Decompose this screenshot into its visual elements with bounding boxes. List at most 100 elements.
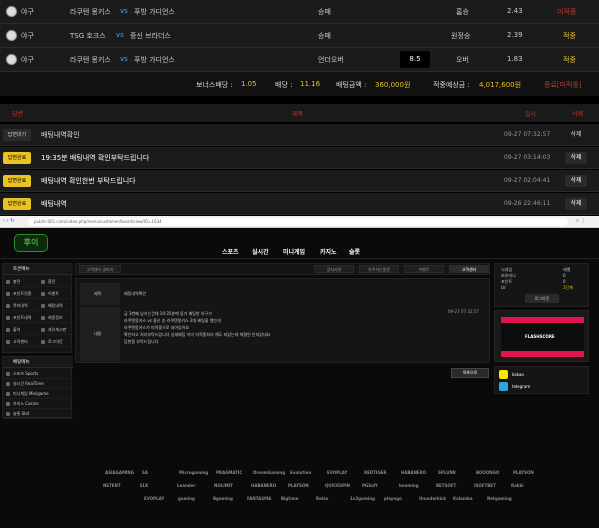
board-tab[interactable]: 공지사항: [314, 265, 354, 273]
sidebar-item[interactable]: 실시간 RealTime: [3, 379, 73, 389]
question-row[interactable]: 답변완료 배팅내역 09-26 22:46:11 삭제: [0, 193, 599, 215]
partner-logo: playngo: [384, 496, 402, 501]
question-row[interactable]: 답변대기 배팅내역확인 09-27 07:32:57 삭제: [0, 124, 599, 146]
sidebar-item[interactable]: 로그아웃: [38, 337, 73, 347]
contact-label[interactable]: telegram: [512, 384, 530, 389]
question-date: 09-26 22:46:11: [504, 200, 551, 207]
partner-logo: ELK: [140, 483, 149, 488]
question-date: 09-27 02:04:41: [504, 177, 551, 184]
bet-row: 야구 라쿠텐 몽키스 vs 푸방 가디언스 승패 홈승 2.43 미적중: [0, 0, 599, 24]
kakao-icon[interactable]: [499, 370, 508, 379]
bet-result: 적중: [563, 56, 576, 64]
delete-button[interactable]: 삭제: [565, 198, 587, 210]
delete-button[interactable]: 삭제: [565, 152, 587, 164]
question-title[interactable]: 배팅내역: [41, 199, 67, 209]
nav-item[interactable]: 슬롯: [349, 247, 360, 256]
nav-item[interactable]: 카지노: [320, 247, 337, 256]
sidebar-item[interactable]: 출석: [3, 325, 38, 335]
bet-market: 승패: [318, 32, 331, 40]
board-tab[interactable]: 이벤트: [404, 265, 444, 273]
site-logo[interactable]: 후이: [14, 234, 48, 252]
partner-logo: 1x2gaming: [350, 496, 375, 501]
sidebar-item[interactable]: 포인트내역: [3, 313, 38, 323]
bet-line: 8.5: [400, 51, 430, 68]
delete-button[interactable]: 삭제: [565, 175, 587, 187]
bet-row: 야구 TSG 호크스 vs 중신 브라더스 승패 원정승 2.39 적중: [0, 24, 599, 48]
nav-item[interactable]: 미니게임: [283, 247, 305, 256]
partner-logo: BETSOFT: [436, 483, 457, 488]
baseball-icon: [6, 6, 17, 17]
contact-label[interactable]: kakao: [512, 372, 524, 377]
partner-logo: Bgaming: [213, 496, 233, 501]
back-icon[interactable]: ‹ › ↻: [3, 218, 14, 224]
sidebar-item[interactable]: 배팅내역: [38, 301, 73, 311]
sidebar-item[interactable]: 회원정보: [38, 313, 73, 323]
address-bar[interactable]: public-001.com/index.php/menu/customer/b…: [28, 218, 568, 226]
partner-logo: NOLIMIT: [214, 483, 233, 488]
partner-logo: SPLUNK: [438, 470, 456, 475]
delete-button[interactable]: 삭제: [565, 129, 587, 141]
amount-value: 360,000원: [375, 81, 411, 89]
sidebar-item[interactable]: 카지노 Casino: [3, 399, 73, 409]
baseball-icon: [6, 54, 17, 65]
user-info-value: 0: [563, 279, 566, 284]
sidebar-item[interactable]: 포인트전환: [3, 289, 38, 299]
bet-pick: 원정승: [451, 32, 471, 40]
board-tab[interactable]: 고객센터: [449, 265, 489, 273]
question-row[interactable]: 답변완료 배팅내역 확인한번 부탁드립니다 09-27 02:04:41 삭제: [0, 170, 599, 192]
bet-away-team: 푸방 가디언스: [134, 8, 175, 16]
board-tabbar: 고객센터 글보기 공지사항 자주하는질문 이벤트 고객센터: [75, 263, 490, 275]
board-tab[interactable]: 자주하는질문: [359, 265, 399, 273]
col-date: 일시: [525, 111, 537, 118]
post-body-line: 답변좀 부탁드립니다: [124, 339, 159, 344]
bet-odds: 1.83: [507, 55, 523, 63]
sidebar-item[interactable]: 이벤트: [38, 289, 73, 299]
logout-button[interactable]: 로그아웃: [525, 294, 559, 303]
browser-menu-icon[interactable]: ☆ ⋮: [575, 218, 586, 224]
partner-logo: PGSoft: [362, 483, 378, 488]
contact-panel: kakao telegram: [494, 366, 589, 394]
partner-logo: Rakki: [511, 483, 524, 488]
bet-odds: 2.39: [507, 31, 523, 39]
partner-logo: ISOFTBET: [474, 483, 496, 488]
bet-away-team: 중신 브라더스: [130, 32, 171, 40]
flashscore-label: FLASHSCORE: [525, 334, 555, 339]
sidebar-item[interactable]: 쪽지내역: [3, 301, 38, 311]
list-button[interactable]: 목록으로: [451, 368, 489, 378]
bet-vs: vs: [116, 31, 124, 39]
question-title[interactable]: 배팅내역확인: [41, 130, 80, 140]
partner-logo: Kalamba: [453, 496, 473, 501]
partner-logo: ASIAGAMING: [105, 470, 135, 475]
telegram-icon[interactable]: [499, 382, 508, 391]
screenshot-root: 야구 라쿠텐 몽키스 vs 푸방 가디언스 승패 홈승 2.43 미적중 야구 TSG 호크스 vs…: [0, 0, 599, 528]
question-date: 09-27 03:14:03: [504, 154, 551, 161]
amount-label: 배팅금액 :: [336, 81, 367, 89]
partner-logo: EVOPLAY: [327, 470, 348, 475]
sidebar-item[interactable]: 환전: [38, 277, 73, 287]
post-body-label-cell: 내용: [80, 307, 120, 361]
bet-market: 승패: [318, 8, 331, 16]
question-date: 09-27 07:32:57: [504, 131, 551, 138]
answer-status-badge: 답변완료: [3, 152, 31, 164]
question-title[interactable]: 배팅내역 확인한번 부탁드립니다: [41, 176, 136, 186]
nav-item[interactable]: 실시간: [252, 247, 269, 256]
question-row[interactable]: 답변완료 19:35분 배팅내역 확인부탁드립니다 09-27 03:14:03 삭제: [0, 147, 599, 169]
partner-logo: PLAYSON: [513, 470, 534, 475]
post-body-label: 내용: [94, 331, 102, 336]
question-title[interactable]: 19:35분 배팅내역 확인부탁드립니다: [41, 153, 149, 163]
post-view: 제목 배팅내역확인 09-27 07:32:57 내용 금 3번째 남기는건데 …: [75, 278, 490, 363]
sidebar-item[interactable]: 슬롯 Slot: [3, 409, 73, 419]
flashscore-banner[interactable]: FLASHSCORE: [494, 310, 589, 362]
sidebar-item[interactable]: 충전: [3, 277, 38, 287]
sidebar-item[interactable]: 스포츠 Sports: [3, 369, 73, 379]
sidebar-item[interactable]: 고객센터: [3, 337, 38, 347]
nav-item[interactable]: 스포츠: [222, 247, 239, 256]
partner-logo: Netgaming: [487, 496, 512, 501]
partner-logo: NETENT: [103, 483, 121, 488]
partner-logo: Relax: [316, 496, 329, 501]
sidebar-title: 베팅메뉴: [3, 357, 73, 368]
question-table-header: 답변 제목 일시 삭제: [0, 104, 599, 122]
sidebar-item[interactable]: 미니게임 Minigame: [3, 389, 73, 399]
sidebar-item[interactable]: 자유게시판: [38, 325, 73, 335]
answer-status-badge: 답변완료: [3, 175, 31, 187]
